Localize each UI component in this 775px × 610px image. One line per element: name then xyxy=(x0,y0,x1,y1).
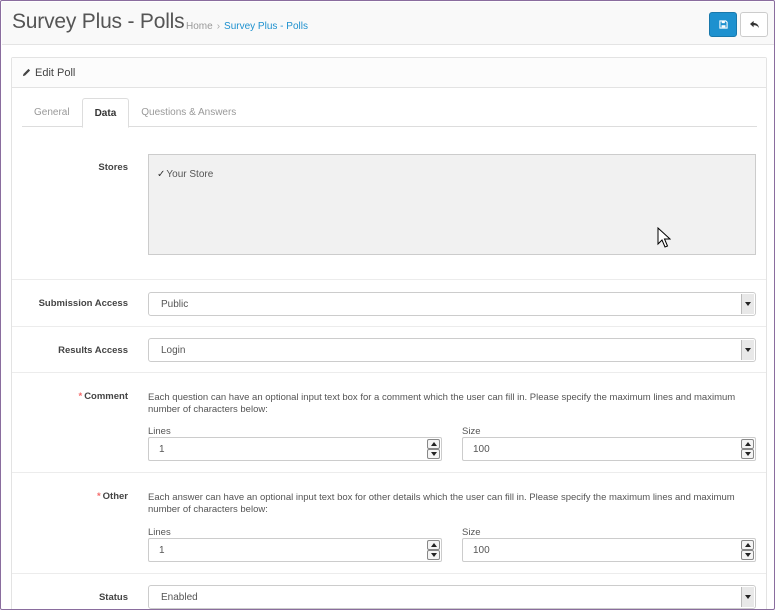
submission-access-select[interactable]: Public xyxy=(148,292,756,316)
spinner-down-icon[interactable] xyxy=(427,449,440,459)
page-header: Survey Plus - Polls Home › Survey Plus - P… xyxy=(2,2,774,45)
comment-lines-input[interactable]: 1 xyxy=(148,437,442,461)
results-access-select[interactable]: Login xyxy=(148,338,756,362)
other-size-value: 100 xyxy=(473,544,490,556)
save-icon xyxy=(718,20,728,29)
comment-lines-value: 1 xyxy=(159,443,165,455)
store-option-label: Your Store xyxy=(166,169,214,180)
number-spinner xyxy=(427,439,440,459)
other-label-text: Other xyxy=(102,491,128,502)
status-value: Enabled xyxy=(161,591,198,603)
breadcrumb-home-link[interactable]: Home xyxy=(186,21,213,32)
other-row: * Other Each answer can have an optional … xyxy=(12,472,766,573)
panel-heading: Edit Poll xyxy=(12,58,766,88)
spinner-down-icon[interactable] xyxy=(741,550,754,560)
mouse-pointer-icon xyxy=(657,227,671,248)
stores-row: Stores ✓ Your Store xyxy=(12,154,766,279)
spinner-down-icon[interactable] xyxy=(427,550,440,560)
chevron-down-icon[interactable] xyxy=(741,587,754,607)
number-spinner xyxy=(741,540,754,560)
comment-lines-label: Lines xyxy=(148,426,171,437)
other-lines-input[interactable]: 1 xyxy=(148,538,442,562)
results-access-row: Results Access Login xyxy=(12,326,766,372)
checkbox-checked-icon[interactable]: ✓ xyxy=(157,169,165,180)
other-size-input[interactable]: 100 xyxy=(462,538,756,562)
other-lines-label: Lines xyxy=(148,527,171,538)
required-marker: * xyxy=(78,391,83,402)
tab-questions-answers[interactable]: Questions & Answers xyxy=(129,98,248,127)
other-label: * Other xyxy=(97,491,128,502)
tab-data[interactable]: Data xyxy=(81,98,130,128)
comment-help-text: Each question can have an optional input… xyxy=(148,392,736,415)
spinner-up-icon[interactable] xyxy=(741,540,754,550)
status-label: Status xyxy=(98,592,128,603)
number-spinner xyxy=(741,439,754,459)
comment-row: * Comment Each question can have an optio… xyxy=(12,372,766,472)
breadcrumb-current-link[interactable]: Survey Plus - Polls xyxy=(224,21,308,32)
spinner-up-icon[interactable] xyxy=(741,439,754,449)
comment-label: * Comment xyxy=(78,391,128,402)
tab-bar: General Data Questions & Answers xyxy=(22,98,757,128)
submission-access-row: Submission Access Public xyxy=(12,279,766,326)
chevron-down-icon[interactable] xyxy=(741,294,754,314)
comment-size-input[interactable]: 100 xyxy=(462,437,756,461)
back-button[interactable] xyxy=(740,12,768,37)
results-access-label: Results Access xyxy=(58,345,128,356)
other-size-label: Size xyxy=(462,527,481,538)
breadcrumb: Home › Survey Plus - Polls xyxy=(186,21,308,32)
store-option[interactable]: ✓ Your Store xyxy=(157,169,213,180)
required-marker: * xyxy=(96,491,101,502)
chevron-down-icon[interactable] xyxy=(741,340,754,360)
other-help-text: Each answer can have an optional input t… xyxy=(148,492,735,515)
tab-general[interactable]: General xyxy=(22,98,82,127)
other-lines-value: 1 xyxy=(159,544,165,556)
edit-poll-panel: Edit Poll General Data Questions & Answe… xyxy=(11,57,767,609)
comment-size-label: Size xyxy=(462,426,481,437)
save-button[interactable] xyxy=(709,12,737,37)
status-row: Status Enabled xyxy=(12,573,766,609)
comment-label-text: Comment xyxy=(84,391,128,402)
spinner-up-icon[interactable] xyxy=(427,540,440,550)
page-title: Survey Plus - Polls xyxy=(12,10,185,33)
status-select[interactable]: Enabled xyxy=(148,585,756,609)
comment-size-value: 100 xyxy=(473,443,490,455)
breadcrumb-separator: › xyxy=(216,21,221,32)
submission-access-label: Submission Access xyxy=(38,298,128,309)
panel-title: Edit Poll xyxy=(35,66,76,79)
spinner-down-icon[interactable] xyxy=(741,449,754,459)
spinner-up-icon[interactable] xyxy=(427,439,440,449)
submission-access-value: Public xyxy=(161,298,189,310)
reply-icon xyxy=(749,20,759,29)
results-access-value: Login xyxy=(161,344,186,356)
app-window: Survey Plus - Polls Home › Survey Plus - P… xyxy=(0,0,775,610)
pencil-icon xyxy=(22,68,31,77)
stores-label: Stores xyxy=(98,162,128,173)
number-spinner xyxy=(427,540,440,560)
